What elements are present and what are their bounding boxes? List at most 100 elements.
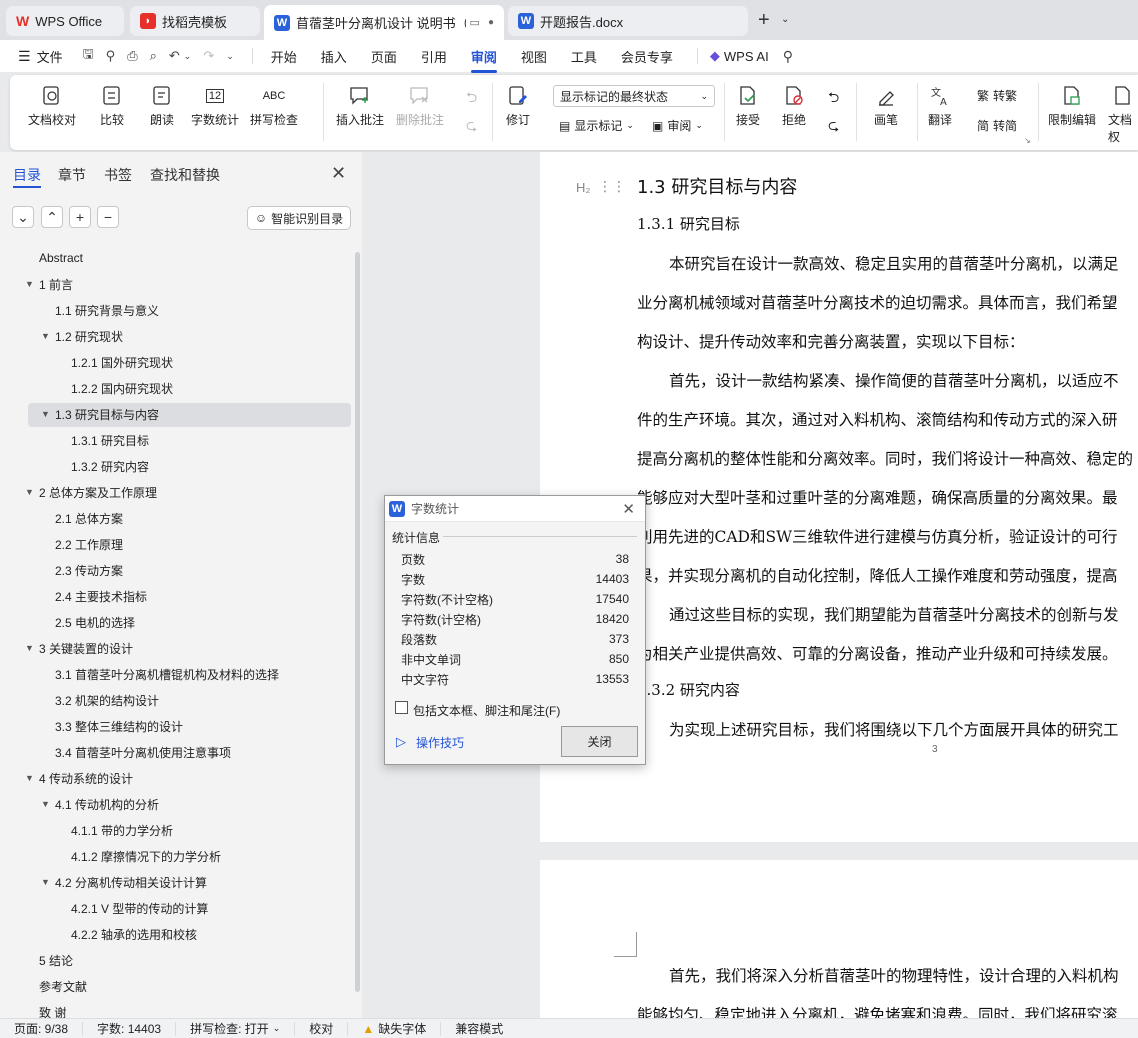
markup-mode-select[interactable]: 显示标记的最终状态 ⌄ xyxy=(553,85,715,107)
toc-item[interactable]: 1.1 研究背景与意义 xyxy=(0,299,350,321)
doc-check-button[interactable]: 文档校对 xyxy=(28,81,76,128)
reject-button[interactable]: 拒绝 xyxy=(782,81,806,128)
smart-toc-button[interactable]: ☺ 智能识别目录 xyxy=(247,206,351,230)
close-button[interactable]: 关闭 xyxy=(561,726,638,757)
spell-check-button[interactable]: ABC 拼写检查 xyxy=(250,81,298,128)
print-icon[interactable]: ⎙ xyxy=(127,48,137,64)
toc-item[interactable]: 3.4 苜蓿茎叶分离机使用注意事项 xyxy=(0,741,350,763)
to-simplified-button[interactable]: 简 转简 xyxy=(977,117,1017,134)
toc-item[interactable]: 4.1.1 带的力学分析 xyxy=(0,819,350,841)
tab-report-doc[interactable]: W 开题报告.docx xyxy=(508,6,748,36)
prev-comment-icon[interactable]: ⮌ xyxy=(466,87,477,111)
status-page[interactable]: 页面: 9/38 xyxy=(0,1021,84,1036)
toc-item[interactable]: ▼ 2 总体方案及工作原理 xyxy=(0,481,350,503)
tab-wps-office[interactable]: W WPS Office xyxy=(6,6,124,36)
status-missing-font[interactable]: ▲ 缺失字体 xyxy=(348,1021,442,1036)
include-textbox-checkbox[interactable] xyxy=(395,701,408,714)
toc-item[interactable]: ▼ 1 前言 xyxy=(0,273,350,295)
caret-down-icon[interactable]: ▼ xyxy=(41,877,50,887)
prev-change-icon[interactable]: ⮌ xyxy=(828,87,839,111)
toc-item[interactable]: 4.2.1 V 型带的传动的计算 xyxy=(0,897,350,919)
search-icon[interactable]: ⚲ xyxy=(783,48,793,65)
menu-review[interactable]: 审阅 xyxy=(470,47,497,73)
track-changes-button[interactable]: 修订 xyxy=(506,81,530,128)
tab-docer[interactable]: ◗ 找稻壳模板 xyxy=(130,6,260,36)
word-count-button[interactable]: 12 字数统计 xyxy=(191,81,239,128)
menu-view[interactable]: 视图 xyxy=(521,47,547,66)
toc-item[interactable]: 2.3 传动方案 xyxy=(0,559,350,581)
print-preview-icon[interactable]: ⌕ xyxy=(150,48,157,64)
next-comment-icon[interactable]: ⮎ xyxy=(466,115,477,139)
tab-bookmarks[interactable]: 书签 xyxy=(104,165,132,185)
status-proof[interactable]: 校对 xyxy=(295,1021,349,1036)
toc-item[interactable]: ▼ 1.2 研究现状 xyxy=(0,325,350,347)
toc-item[interactable]: 4.2.2 轴承的选用和校核 xyxy=(0,923,350,945)
tab-find-replace[interactable]: 查找和替换 xyxy=(150,165,220,185)
toc-item[interactable]: 3.3 整体三维结构的设计 xyxy=(0,715,350,737)
share-icon[interactable]: ⚲ xyxy=(106,48,116,64)
menu-reference[interactable]: 引用 xyxy=(421,47,447,66)
wps-ai-button[interactable]: WPS AI xyxy=(724,49,769,64)
restrict-edit-button[interactable]: 限制编辑 xyxy=(1048,81,1096,128)
caret-down-icon[interactable]: ▼ xyxy=(25,773,34,783)
status-word-count[interactable]: 字数: 14403 xyxy=(83,1021,177,1036)
add-heading-button[interactable]: + xyxy=(69,206,91,228)
insert-comment-button[interactable]: 插入批注 xyxy=(336,81,384,128)
tab-current-doc[interactable]: W 苜蓿茎叶分离机设计 说明书（ ▭ ● xyxy=(264,5,504,40)
tab-chapters[interactable]: 章节 xyxy=(58,165,86,185)
toc-item[interactable]: ▼ 3 关键装置的设计 xyxy=(0,637,350,659)
caret-down-icon[interactable]: ▼ xyxy=(25,279,34,289)
compare-button[interactable]: 比较 xyxy=(100,81,124,128)
caret-down-icon[interactable]: ▼ xyxy=(41,799,50,809)
toc-item[interactable]: 1.3.2 研究内容 xyxy=(0,455,350,477)
redo-icon[interactable]: ↷ xyxy=(203,48,214,64)
toc-item[interactable]: 3.2 机架的结构设计 xyxy=(0,689,350,711)
collapse-button[interactable]: ⌄ xyxy=(12,206,34,228)
status-spell-check[interactable]: 拼写检查: 打开 ⌄ xyxy=(176,1021,296,1036)
read-aloud-button[interactable]: 朗读 xyxy=(150,81,174,128)
menu-member[interactable]: 会员专享 xyxy=(621,47,673,66)
toc-item[interactable]: ▼ 1.3 研究目标与内容 xyxy=(0,403,350,425)
hamburger-icon[interactable]: ☰ xyxy=(18,48,31,65)
caret-down-icon[interactable]: ▼ xyxy=(25,643,34,653)
accept-button[interactable]: 接受 xyxy=(736,81,760,128)
chevron-down-icon[interactable]: ⌄ xyxy=(781,14,789,25)
menu-tools[interactable]: 工具 xyxy=(571,47,597,66)
review-pane-button[interactable]: ▣ 审阅 ⌄ xyxy=(652,117,703,134)
undo-icon[interactable]: ↶ xyxy=(169,48,180,64)
toc-item[interactable]: 2.4 主要技术指标 xyxy=(0,585,350,607)
toc-item[interactable]: ▼ 4 传动系统的设计 xyxy=(0,767,350,789)
remove-heading-button[interactable]: − xyxy=(97,206,119,228)
caret-down-icon[interactable]: ▼ xyxy=(41,409,50,419)
toc-item[interactable]: ▼ 4.1 传动机构的分析 xyxy=(0,793,350,815)
toc-item[interactable]: Abstract xyxy=(0,247,350,269)
caret-down-icon[interactable]: ▼ xyxy=(25,487,34,497)
caret-down-icon[interactable]: ▼ xyxy=(41,331,50,341)
file-menu[interactable]: 文件 xyxy=(37,47,63,66)
show-markup-button[interactable]: ▤ 显示标记 ⌄ xyxy=(559,117,634,134)
toc-item[interactable]: ▼ 4.2 分离机传动相关设计计算 xyxy=(0,871,350,893)
toc-item[interactable]: 2.1 总体方案 xyxy=(0,507,350,529)
more-chevron-icon[interactable]: ⌄ xyxy=(226,51,234,62)
menu-page[interactable]: 页面 xyxy=(371,47,397,66)
toc-item[interactable]: 1.2.1 国外研究现状 xyxy=(0,351,350,373)
save-icon[interactable]: 🖫 xyxy=(83,45,94,67)
tab-toc[interactable]: 目录 xyxy=(13,165,41,185)
toc-item[interactable]: 2.2 工作原理 xyxy=(0,533,350,555)
close-icon[interactable]: ✕ xyxy=(622,500,635,518)
toc-item[interactable]: 2.5 电机的选择 xyxy=(0,611,350,633)
toc-item[interactable]: 5 结论 xyxy=(0,949,350,971)
delete-comment-button[interactable]: 删除批注 xyxy=(396,81,444,128)
tips-link[interactable]: 操作技巧 xyxy=(416,734,464,751)
pen-button[interactable]: 画笔 xyxy=(874,81,898,128)
toc-item[interactable]: 1.3.1 研究目标 xyxy=(0,429,350,451)
toc-item[interactable]: 1.2.2 国内研究现状 xyxy=(0,377,350,399)
next-change-icon[interactable]: ⮎ xyxy=(828,115,839,139)
drag-handle-icon[interactable]: ⋮⋮ xyxy=(598,178,626,195)
translate-button[interactable]: 文A 翻译 xyxy=(928,81,952,128)
expand-up-button[interactable]: ⌃ xyxy=(41,206,63,228)
menu-insert[interactable]: 插入 xyxy=(321,47,347,66)
menu-start[interactable]: 开始 xyxy=(271,47,297,66)
toc-item[interactable]: 4.1.2 摩擦情况下的力学分析 xyxy=(0,845,350,867)
new-tab-plus-icon[interactable]: + xyxy=(758,9,770,32)
